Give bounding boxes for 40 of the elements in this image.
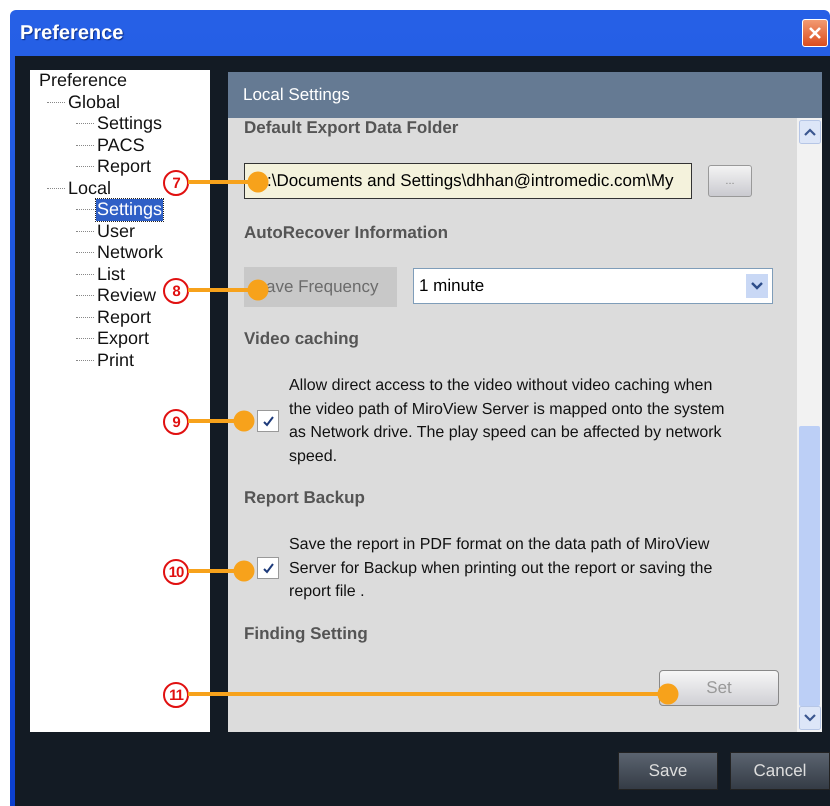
tree-item[interactable]: Print xyxy=(96,350,136,371)
section-heading: Finding Setting xyxy=(244,624,369,645)
section-heading: Default Export Data Folder xyxy=(244,118,460,139)
section-heading: Video caching xyxy=(244,329,360,350)
panel-title: Local Settings xyxy=(243,85,350,105)
tree-item[interactable]: Local xyxy=(67,178,112,199)
leader-line xyxy=(188,410,255,432)
tree-item[interactable]: Review xyxy=(96,285,158,306)
scroll-up-icon[interactable] xyxy=(798,120,820,144)
tree-item[interactable]: Settings xyxy=(96,199,164,220)
close-button[interactable] xyxy=(802,19,828,47)
tree-item[interactable]: Report xyxy=(96,306,152,328)
tree-item[interactable]: Settings xyxy=(96,113,164,134)
scroll-down-icon[interactable] xyxy=(798,706,820,730)
window-title: Preference xyxy=(20,22,124,44)
section-heading: AutoRecover Information xyxy=(244,223,450,244)
tree-item[interactable]: PACS xyxy=(96,134,146,156)
cancel-button[interactable]: Cancel xyxy=(730,752,830,790)
checkbox-description: Allow direct access to the video without video caching when the video path of MiroView Server is mapped onto the system as Network drive. The play speed can be affected by network speed. xyxy=(289,376,726,466)
folder-field[interactable]: :\Documents and Settings\dhhan@intromedic.com\My xyxy=(244,163,692,199)
checkmark-icon xyxy=(261,561,275,576)
tree-item[interactable]: User xyxy=(96,220,136,242)
tree-item[interactable]: Preference xyxy=(38,70,128,92)
tree-item[interactable]: Report xyxy=(96,156,152,178)
tree-item[interactable]: Global xyxy=(67,92,122,113)
tree-item[interactable]: Network xyxy=(96,242,164,264)
save-button[interactable]: Save xyxy=(618,752,718,790)
scroll-thumb[interactable] xyxy=(799,426,820,706)
tree-item[interactable]: List xyxy=(96,264,126,285)
frequency-label: ave Frequency xyxy=(244,267,397,307)
frequency-dropdown[interactable]: 1 minute xyxy=(413,268,773,304)
checkbox-description: Save the report in PDF format on the data path of MiroView Server for Backup when printing out the report or saving the report file . xyxy=(289,535,714,602)
checkbox[interactable] xyxy=(257,557,279,580)
leader-line xyxy=(188,560,255,582)
scrollbar[interactable] xyxy=(797,118,822,732)
checkmark-icon xyxy=(261,414,275,428)
section-heading: Report Backup xyxy=(244,488,366,509)
checkbox[interactable] xyxy=(257,410,279,432)
tree-item[interactable]: Export xyxy=(96,328,150,350)
close-icon xyxy=(808,26,822,40)
